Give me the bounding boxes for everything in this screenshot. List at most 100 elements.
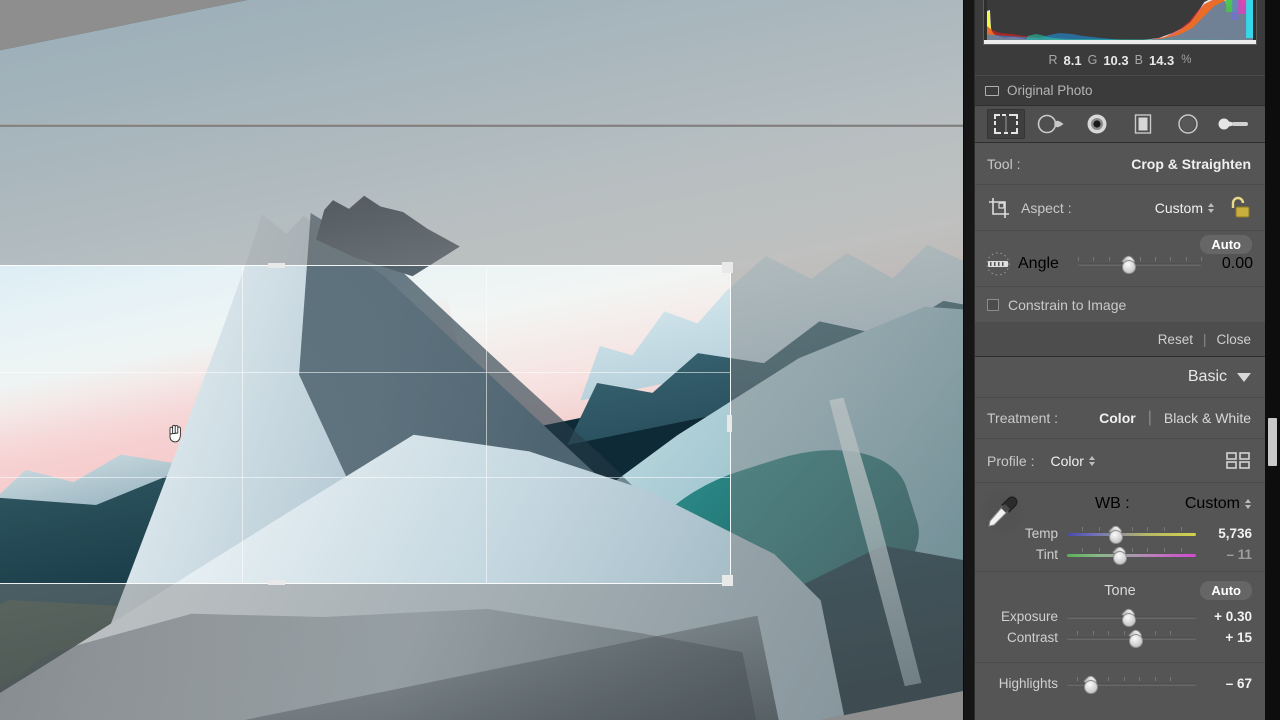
photo-layer[interactable] (0, 0, 963, 720)
image-canvas[interactable] (0, 0, 963, 720)
profile-label: Profile : (987, 452, 1035, 469)
straighten-icon (986, 252, 1010, 276)
treatment-row[interactable]: Treatment : Color | Black & White (975, 397, 1265, 439)
constrain-label: Constrain to Image (1008, 296, 1127, 313)
contrast-slider-thumb[interactable] (1127, 630, 1144, 648)
r-label: R (1048, 53, 1058, 67)
aspect-label: Aspect : (1021, 199, 1072, 216)
crop-aspect-icon (989, 197, 1009, 218)
exposure-label: Exposure (1000, 609, 1058, 624)
tone-header: Tone Auto (975, 576, 1265, 606)
reset-button[interactable]: Reset (1158, 332, 1193, 347)
wb-value[interactable]: Custom (1185, 495, 1240, 513)
panel-gutter (963, 0, 975, 720)
crop-handle-top-right[interactable] (722, 262, 733, 273)
radial-gradient-tool[interactable] (1169, 109, 1207, 139)
aspect-row[interactable]: Aspect : Custom (975, 185, 1265, 231)
crop-handle-bottom-right[interactable] (722, 575, 733, 586)
highlights-value: – 67 (1225, 676, 1252, 691)
eyedropper-button[interactable] (979, 489, 1025, 535)
crop-handle-top-center[interactable] (268, 263, 285, 268)
tool-strip[interactable] (975, 105, 1265, 143)
crop-actions-row[interactable]: Reset | Close (975, 323, 1265, 357)
wb-label: WB : (1095, 495, 1130, 512)
constrain-checkbox[interactable] (987, 298, 999, 311)
eyedropper-icon (988, 496, 1018, 527)
tint-value: – 11 (1226, 547, 1252, 562)
tool-row: Tool : Crop & Straighten (975, 143, 1265, 185)
histogram[interactable] (983, 0, 1257, 45)
linear-gradient-tool[interactable] (1124, 109, 1162, 139)
treatment-separator: | (1147, 409, 1152, 426)
highlights-slider[interactable] (1067, 676, 1196, 694)
aspect-value[interactable]: Custom (1155, 200, 1203, 216)
treatment-color-option[interactable]: Color (1099, 410, 1136, 426)
chevron-down-icon[interactable] (1237, 372, 1251, 382)
exposure-slider-thumb[interactable] (1120, 609, 1136, 627)
percent-unit: % (1181, 54, 1192, 66)
temp-slider-ticks (1067, 526, 1196, 532)
tool-value: Crop & Straighten (1131, 155, 1251, 172)
red-eye-tool[interactable] (1078, 109, 1116, 139)
tint-slider-thumb[interactable] (1111, 547, 1127, 565)
constrain-to-image-row[interactable]: Constrain to Image (975, 287, 1265, 323)
temp-slider-track (1067, 532, 1196, 536)
angle-label: Angle (1018, 255, 1059, 272)
angle-slider-track (1078, 263, 1201, 266)
exposure-slider-row[interactable]: Exposure + 0.30 (975, 606, 1265, 627)
temp-slider[interactable] (1067, 526, 1196, 544)
spot-removal-tool[interactable] (1032, 109, 1070, 139)
tint-slider-ticks (1067, 547, 1196, 553)
angle-row[interactable]: Auto Angle 0.00 (975, 231, 1265, 287)
contrast-value: + 15 (1225, 630, 1252, 645)
highlights-slider-row[interactable]: Highlights – 67 (975, 673, 1265, 694)
temp-value: 5,736 (1218, 526, 1252, 541)
white-balance-block: WB : Custom Temp 5,736 Tint – 11 (975, 483, 1265, 572)
tint-slider-track (1067, 553, 1196, 557)
lock-open-icon[interactable] (1225, 195, 1251, 221)
close-button[interactable]: Close (1216, 332, 1251, 347)
crop-handle-right-middle[interactable] (727, 415, 732, 432)
angle-slider[interactable] (1078, 256, 1202, 274)
tint-label: Tint (1035, 547, 1058, 562)
g-label: G (1087, 53, 1098, 67)
exposure-slider[interactable] (1067, 609, 1196, 627)
tint-slider[interactable] (1067, 547, 1196, 565)
highlights-slider-thumb[interactable] (1082, 676, 1099, 694)
red-eye-icon (1087, 114, 1107, 134)
original-photo-toggle[interactable]: Original Photo (975, 75, 1265, 105)
treatment-label: Treatment : (987, 410, 1059, 426)
wb-stepper-icon[interactable] (1245, 498, 1252, 510)
tone-block: Tone Auto Exposure + 0.30 Contrast + 15 … (975, 572, 1265, 694)
right-panel: R 8.1 G 10.3 B 14.3 % Original Photo Too… (975, 0, 1265, 720)
highlights-label: Highlights (998, 676, 1058, 691)
angle-slider-thumb[interactable] (1120, 256, 1137, 274)
adjustment-brush-tool[interactable] (1215, 109, 1253, 139)
spot-removal-icon (1038, 114, 1064, 134)
profile-stepper-icon[interactable] (1088, 455, 1096, 467)
profile-value[interactable]: Color (1050, 453, 1083, 469)
angle-slider-ticks (1078, 257, 1202, 262)
canvas-top-divider (0, 124, 963, 127)
aspect-stepper-icon[interactable] (1208, 202, 1215, 214)
contrast-label: Contrast (1006, 630, 1058, 645)
basic-panel-header[interactable]: Basic (975, 357, 1265, 397)
contrast-slider[interactable] (1067, 630, 1196, 648)
b-value: 14.3 (1148, 52, 1175, 68)
crop-tool[interactable] (986, 109, 1025, 139)
histogram-block: R 8.1 G 10.3 B 14.3 % Original Photo (975, 0, 1265, 105)
scrollbar-thumb[interactable] (1268, 418, 1277, 466)
tone-auto-button[interactable]: Auto (1200, 581, 1252, 600)
rectangle-mask-icon (1134, 114, 1151, 134)
profile-row[interactable]: Profile : Color (975, 439, 1265, 483)
contrast-slider-row[interactable]: Contrast + 15 (975, 627, 1265, 648)
crop-handle-bottom-center[interactable] (268, 580, 285, 585)
panel-scrollbar[interactable] (1265, 0, 1280, 720)
temp-slider-thumb[interactable] (1107, 526, 1123, 544)
treatment-bw-option[interactable]: Black & White (1164, 410, 1251, 426)
crop-icon (993, 114, 1018, 134)
angle-value: 0.00 (1221, 255, 1253, 272)
tint-slider-row[interactable]: Tint – 11 (975, 544, 1265, 565)
lightroom-window: R 8.1 G 10.3 B 14.3 % Original Photo Too… (0, 0, 1280, 720)
grid-four-icon[interactable] (1225, 451, 1251, 471)
